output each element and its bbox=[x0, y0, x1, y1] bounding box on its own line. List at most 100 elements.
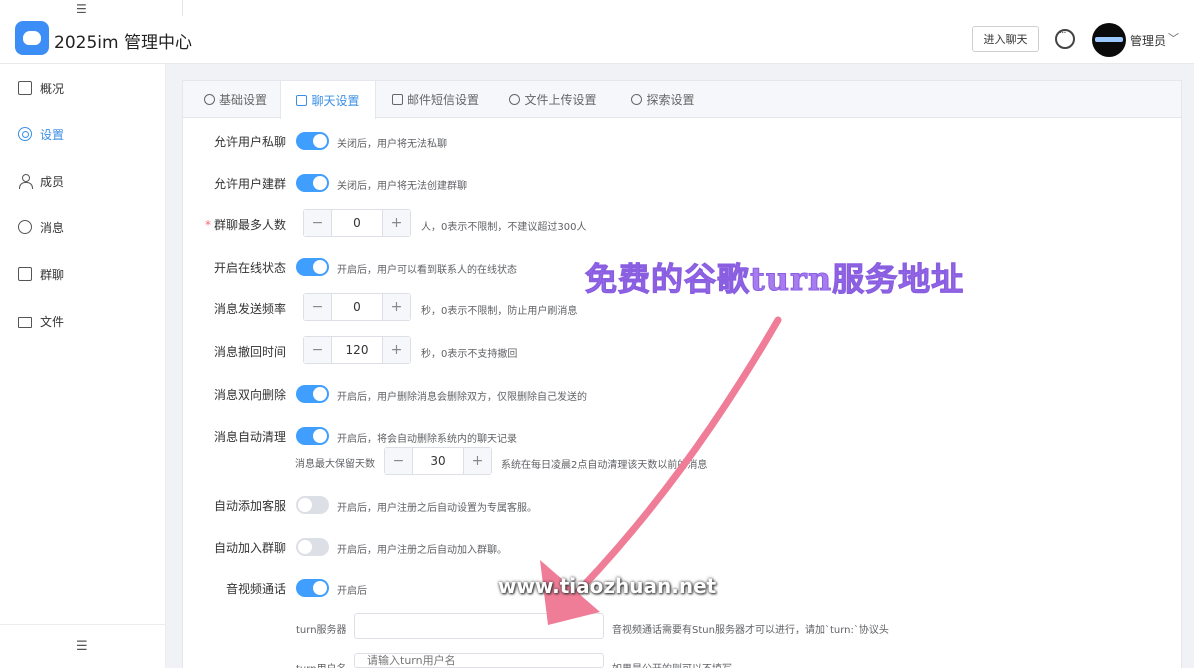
sidebar-item-label: 成员 bbox=[40, 174, 65, 189]
online-status-hint: 开启后，用户可以看到联系人的在线状态 bbox=[337, 265, 517, 276]
sidebar-item-group-chats[interactable]: 群聊 bbox=[0, 256, 165, 292]
app-title: 2025im 管理中心 bbox=[54, 33, 192, 53]
increment-button[interactable]: + bbox=[463, 448, 491, 474]
auto-service-hint: 开启后，用户注册之后自动设置为专属客服。 bbox=[337, 503, 537, 514]
private-chat-switch[interactable] bbox=[296, 132, 329, 150]
tab-label: 探索设置 bbox=[646, 93, 695, 107]
tab-label: 邮件短信设置 bbox=[406, 93, 479, 107]
online-status-label: 开启在线状态 bbox=[213, 261, 286, 275]
av-call-hint: 开启后 bbox=[337, 586, 367, 597]
recall-time-hint: 秒，0表示不支持撤回 bbox=[421, 349, 518, 360]
two-way-delete-switch[interactable] bbox=[296, 385, 329, 403]
user-icon bbox=[18, 174, 33, 189]
increment-button[interactable]: + bbox=[382, 294, 410, 320]
retain-days-value[interactable]: 30 bbox=[413, 448, 463, 474]
create-group-switch[interactable] bbox=[296, 174, 329, 192]
send-rate-stepper[interactable]: − 0 + bbox=[303, 293, 411, 321]
decrement-button[interactable]: − bbox=[304, 210, 332, 236]
av-call-switch[interactable] bbox=[296, 579, 329, 597]
private-chat-hint: 关闭后，用户将无法私聊 bbox=[337, 139, 447, 150]
retain-days-stepper[interactable]: − 30 + bbox=[384, 447, 492, 475]
auto-service-label: 自动添加客服 bbox=[213, 499, 286, 513]
tab-basic-settings[interactable]: 基础设置 bbox=[193, 81, 278, 118]
sidebar-item-label: 文件 bbox=[40, 314, 65, 329]
sidebar-item-members[interactable]: 成员 bbox=[0, 163, 165, 199]
auto-group-hint: 开启后，用户注册之后自动加入群聊。 bbox=[337, 545, 507, 556]
cloud-upload-icon bbox=[509, 94, 521, 105]
sidebar-item-label: 设置 bbox=[40, 127, 65, 142]
recall-time-label: 消息撤回时间 bbox=[213, 345, 286, 359]
group-max-value[interactable]: 0 bbox=[332, 210, 382, 236]
auto-clean-hint: 开启后，将会自动删除系统内的聊天记录 bbox=[337, 434, 517, 445]
sidebar-collapse-icon[interactable]: ☰ bbox=[76, 639, 88, 654]
chat-icon bbox=[296, 94, 308, 106]
header-divider bbox=[182, 0, 183, 16]
group-max-label-text: 群聊最多人数 bbox=[213, 218, 286, 232]
required-mark: * bbox=[204, 218, 211, 232]
turn-user-label: turn用户名 bbox=[296, 660, 347, 668]
enter-chat-button[interactable]: 进入聊天 bbox=[972, 26, 1039, 52]
group-max-hint: 人，0表示不限制，不建议超过300人 bbox=[421, 222, 587, 233]
dashboard-icon bbox=[18, 81, 32, 95]
auto-clean-label: 消息自动清理 bbox=[213, 430, 286, 444]
auto-service-switch[interactable] bbox=[296, 496, 329, 514]
tab-email-sms-settings[interactable]: 邮件短信设置 bbox=[383, 81, 488, 118]
recall-time-stepper[interactable]: − 120 + bbox=[303, 336, 411, 364]
tab-label: 聊天设置 bbox=[311, 93, 360, 108]
sidebar-item-label: 消息 bbox=[40, 220, 65, 235]
increment-button[interactable]: + bbox=[382, 210, 410, 236]
admin-name[interactable]: 管理员 bbox=[1130, 32, 1166, 49]
turn-server-label: turn服务器 bbox=[296, 625, 347, 636]
increment-button[interactable]: + bbox=[382, 337, 410, 363]
send-rate-hint: 秒，0表示不限制，防止用户刷消息 bbox=[421, 306, 578, 317]
sidebar-item-label: 群聊 bbox=[40, 267, 65, 282]
tab-label: 文件上传设置 bbox=[524, 93, 597, 107]
folder-icon bbox=[18, 316, 32, 328]
recall-time-value[interactable]: 120 bbox=[332, 337, 382, 363]
tab-explore-settings[interactable]: 探索设置 bbox=[623, 81, 703, 118]
private-chat-label: 允许用户私聊 bbox=[213, 135, 286, 149]
compass-icon bbox=[631, 94, 643, 105]
send-rate-label: 消息发送频率 bbox=[213, 302, 286, 316]
tab-file-upload-settings[interactable]: 文件上传设置 bbox=[503, 81, 603, 118]
send-rate-value[interactable]: 0 bbox=[332, 294, 382, 320]
online-status-switch[interactable] bbox=[296, 258, 329, 276]
create-group-label: 允许用户建群 bbox=[213, 177, 286, 191]
auto-clean-switch[interactable] bbox=[296, 427, 329, 445]
message-icon bbox=[18, 220, 32, 234]
sidebar: 概况 设置 成员 消息 群聊 文件 ☰ bbox=[0, 64, 166, 668]
two-way-delete-hint: 开启后，用户删除消息会删除双方，仅限删除自己发送的 bbox=[337, 392, 587, 403]
top-header: ☰ 2025im 管理中心 进入聊天 管理员 ﹀ bbox=[0, 0, 1194, 64]
sidebar-divider bbox=[0, 624, 165, 625]
settings-tabs: 基础设置 聊天设置 邮件短信设置 文件上传设置 探索设置 bbox=[183, 81, 1181, 119]
sidebar-item-overview[interactable]: 概况 bbox=[0, 70, 165, 106]
annotation-text: 免费的谷歌turn服务地址 bbox=[584, 260, 965, 299]
turn-user-hint: 如果是公开的则可以不填写 bbox=[612, 660, 732, 668]
turn-server-input[interactable] bbox=[354, 613, 604, 639]
group-max-stepper[interactable]: − 0 + bbox=[303, 209, 411, 237]
decrement-button[interactable]: − bbox=[304, 337, 332, 363]
turn-server-hint: 音视频通话需要有Stun服务器才可以进行，请加`turn:`协议头 bbox=[612, 625, 889, 636]
two-way-delete-label: 消息双向删除 bbox=[213, 388, 286, 402]
group-chat-icon bbox=[18, 267, 32, 281]
chevron-down-icon[interactable]: ﹀ bbox=[1168, 30, 1179, 46]
decrement-button[interactable]: − bbox=[304, 294, 332, 320]
create-group-hint: 关闭后，用户将无法创建群聊 bbox=[337, 181, 467, 192]
mail-icon bbox=[391, 94, 403, 105]
sidebar-item-label: 概况 bbox=[40, 81, 65, 96]
avatar[interactable] bbox=[1092, 23, 1126, 57]
group-max-label: * 群聊最多人数 bbox=[166, 216, 286, 233]
tab-chat-settings[interactable]: 聊天设置 bbox=[280, 81, 376, 119]
auto-group-switch[interactable] bbox=[296, 538, 329, 556]
chat-bubble-icon[interactable] bbox=[1055, 28, 1075, 49]
sidebar-item-messages[interactable]: 消息 bbox=[0, 209, 165, 245]
decrement-button[interactable]: − bbox=[385, 448, 413, 474]
top-collapse-icon[interactable]: ☰ bbox=[76, 2, 87, 16]
sidebar-item-settings[interactable]: 设置 bbox=[0, 116, 165, 152]
retain-days-hint: 系统在每日凌晨2点自动清理该天数以前的消息 bbox=[501, 460, 708, 471]
sidebar-item-files[interactable]: 文件 bbox=[0, 303, 165, 339]
app-logo-icon bbox=[15, 21, 49, 55]
tab-label: 基础设置 bbox=[218, 93, 267, 107]
turn-user-input[interactable] bbox=[354, 653, 604, 668]
gear-icon bbox=[203, 94, 215, 105]
